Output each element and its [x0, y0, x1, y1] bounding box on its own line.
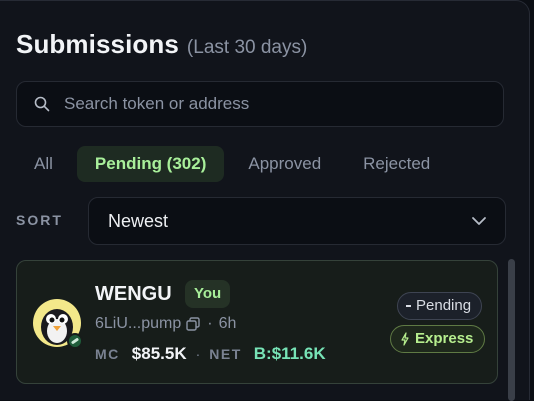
separator-dot: · — [195, 346, 201, 362]
express-badge: Express — [390, 325, 486, 353]
address-row: 6LiU...pump · 6h — [95, 315, 236, 333]
bolt-icon — [401, 332, 409, 346]
tab-all[interactable]: All — [34, 146, 53, 182]
net-value: B:$11.6K — [253, 344, 326, 363]
stats-row: MC $85.5K · NET B:$11.6K — [95, 344, 326, 364]
sort-select[interactable]: Newest — [88, 197, 506, 245]
tab-approved[interactable]: Approved — [248, 146, 321, 182]
sort-label: SORT — [16, 212, 63, 228]
tab-pending[interactable]: Pending (302) — [76, 146, 225, 182]
mc-label: MC — [95, 346, 120, 362]
express-badge-label: Express — [415, 330, 474, 347]
penguin-avatar — [33, 299, 83, 349]
search-box[interactable] — [16, 81, 504, 127]
submissions-panel: Submissions (Last 30 days) All Pending (… — [0, 0, 530, 401]
status-badge: Pending — [397, 292, 483, 320]
owner-badge: You — [185, 280, 231, 308]
sort-selected-value: Newest — [108, 210, 169, 231]
status-badge-label: Pending — [416, 297, 472, 314]
status-dot-icon — [406, 305, 411, 307]
panel-header: Submissions (Last 30 days) — [16, 29, 307, 60]
copy-icon[interactable] — [186, 317, 200, 331]
page-title: Submissions — [16, 29, 179, 59]
tab-rejected[interactable]: Rejected — [363, 146, 430, 182]
token-address: 6LiU...pump — [95, 315, 182, 332]
scrollbar-thumb[interactable] — [508, 259, 515, 401]
mc-value: $85.5K — [131, 344, 187, 363]
search-input[interactable] — [62, 93, 486, 115]
submission-card[interactable]: WENGU You 6LiU...pump · 6h MC $85.5K · N… — [16, 260, 498, 384]
separator-dot: · — [207, 315, 213, 332]
net-label: NET — [209, 346, 242, 362]
search-icon — [34, 96, 50, 112]
period-subtitle: (Last 30 days) — [186, 37, 308, 58]
token-name: WENGU — [95, 283, 172, 305]
chevron-down-icon — [472, 217, 486, 225]
submission-age: 6h — [218, 315, 237, 332]
status-tabs: All Pending (302) Approved Rejected — [16, 146, 430, 182]
